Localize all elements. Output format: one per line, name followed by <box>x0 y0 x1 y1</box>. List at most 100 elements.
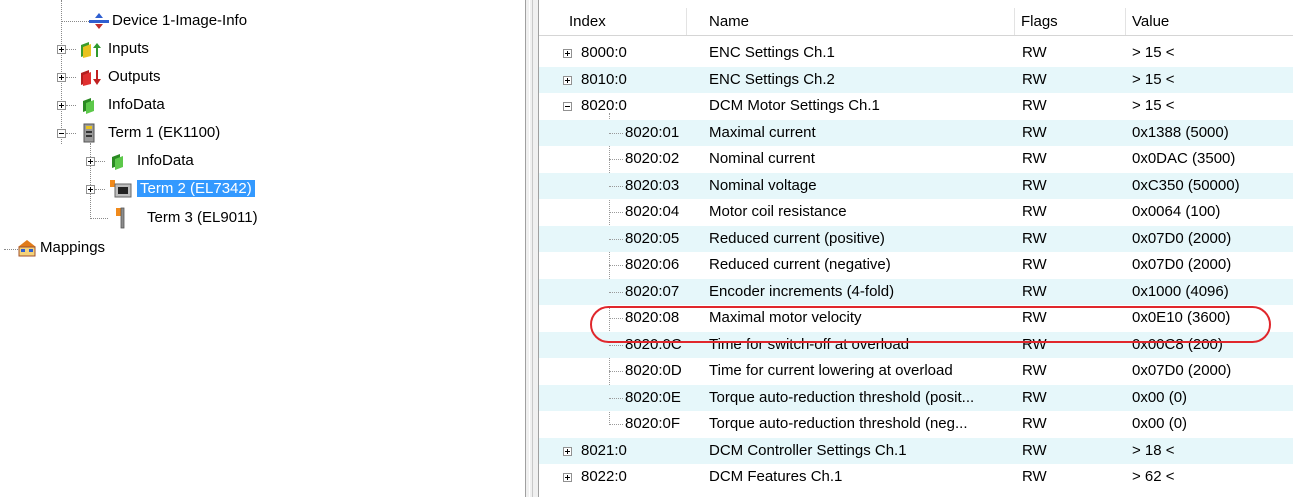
table-row[interactable]: 8020:0C Time for switch-off at overload RW… <box>539 331 1293 358</box>
tree-item-label: Term 1 (EK1100) <box>108 124 221 141</box>
cell-value: > 62 < <box>1132 468 1175 485</box>
cell-flags: RW <box>1022 97 1047 114</box>
table-row[interactable]: 8020:0E Torque auto-reduction threshold (… <box>539 384 1293 411</box>
expand-toggle[interactable] <box>563 49 572 58</box>
cell-value: 0xC350 (50000) <box>1132 176 1240 194</box>
cell-value: 0x07D0 (2000) <box>1132 362 1232 379</box>
tree-connector <box>609 318 623 319</box>
cell-name: DCM Motor Settings Ch.1 <box>709 97 880 114</box>
cell-name: Encoder increments (4-fold) <box>709 282 895 300</box>
table-row[interactable]: 8022:0 DCM Features Ch.1 RW > 62 < <box>539 464 1293 491</box>
cell-value: 0x00 (0) <box>1132 388 1188 406</box>
cell-name: Time for current lowering at overload <box>709 362 953 379</box>
expand-toggle[interactable] <box>86 157 95 166</box>
tree-item-label: Inputs <box>108 40 149 57</box>
table-row[interactable]: 8000:0 ENC Settings Ch.1 RW > 15 < <box>539 40 1293 67</box>
cell-value: 0x00C8 (200) <box>1132 335 1223 353</box>
expand-toggle[interactable] <box>563 75 572 85</box>
cell-value: > 18 < <box>1132 441 1175 459</box>
cell-name: Reduced current (negative) <box>709 256 891 273</box>
object-dictionary-table: Index Name Flags Value 8000:0 ENC Setting… <box>539 0 1293 497</box>
cell-flags: RW <box>1022 441 1047 459</box>
table-row[interactable]: 8020:0 DCM Motor Settings Ch.1 RW > 15 < <box>539 93 1293 120</box>
tree-item-infodata[interactable]: InfoData <box>78 94 168 116</box>
table-row[interactable]: 8020:01 Maximal current RW 0x1388 (5000) <box>539 119 1293 146</box>
table-row[interactable]: 8021:0 DCM Controller Settings Ch.1 RW > 18… <box>539 437 1293 464</box>
tree-connector <box>609 424 623 425</box>
cell-name: Nominal current <box>709 150 815 167</box>
column-header-name[interactable]: Name <box>703 8 1015 35</box>
cell-name: Maximal current <box>709 123 816 141</box>
table-row[interactable]: 8020:05 Reduced current (positive) RW 0x07D… <box>539 225 1293 252</box>
expand-toggle[interactable] <box>563 473 572 482</box>
table-header: Index Name Flags Value <box>539 8 1293 36</box>
table-row[interactable]: 8020:06 Reduced current (negative) RW 0x07D… <box>539 252 1293 279</box>
cell-flags: RW <box>1022 362 1047 379</box>
tree-item-label: InfoData <box>137 152 194 169</box>
cell-name: ENC Settings Ch.1 <box>709 44 835 61</box>
table-row[interactable]: 8020:03 Nominal voltage RW 0xC350 (50000) <box>539 172 1293 199</box>
collapse-toggle[interactable] <box>57 129 66 138</box>
tree-connector <box>609 212 623 213</box>
tree-item-term3[interactable]: Term 3 (EL9011) <box>107 207 261 229</box>
cell-value: > 15 < <box>1132 44 1175 61</box>
cell-index: 8000:0 <box>581 44 627 61</box>
table-row[interactable]: 8020:0D Time for current lowering at over… <box>539 358 1293 385</box>
table-row[interactable]: 8020:08 Maximal motor velocity RW 0x0E10 (3… <box>539 305 1293 332</box>
cell-name: Nominal voltage <box>709 176 817 194</box>
tree-connector <box>90 143 91 219</box>
cell-flags: RW <box>1022 282 1047 300</box>
tree-item-image-info[interactable]: Device 1-Image-Info <box>84 10 250 32</box>
cell-flags: RW <box>1022 150 1047 167</box>
cell-flags: RW <box>1022 256 1047 273</box>
expand-toggle[interactable] <box>57 101 66 110</box>
tree-item-outputs[interactable]: Outputs <box>78 66 164 88</box>
tree-connector <box>609 371 623 372</box>
expand-toggle[interactable] <box>563 446 572 456</box>
image-info-icon <box>89 13 109 29</box>
table-row[interactable]: 8020:07 Encoder increments (4-fold) RW 0x10… <box>539 278 1293 305</box>
tree-item-label: Device 1-Image-Info <box>112 12 248 29</box>
end-terminal-icon <box>116 207 125 229</box>
expand-toggle[interactable] <box>57 73 66 82</box>
column-header-value[interactable]: Value <box>1126 8 1293 35</box>
motor-terminal-icon <box>110 180 132 198</box>
cell-value: > 15 < <box>1132 70 1175 88</box>
cell-value: 0x07D0 (2000) <box>1132 256 1232 273</box>
cell-index: 8020:0 <box>581 97 627 114</box>
tree-connector <box>95 189 105 190</box>
cell-value: 0x1388 (5000) <box>1132 123 1229 141</box>
tree-connector <box>90 218 108 219</box>
table-row[interactable]: 8020:0F Torque auto-reduction threshold (… <box>539 411 1293 438</box>
expand-toggle[interactable] <box>86 185 95 194</box>
cell-value: 0x0DAC (3500) <box>1132 150 1236 167</box>
table-row[interactable]: 8020:04 Motor coil resistance RW 0x0064 (10… <box>539 199 1293 226</box>
tree-item-term2[interactable]: Term 2 (EL7342) <box>107 178 255 200</box>
tree-connector <box>609 132 623 134</box>
cell-value: 0x0E10 (3600) <box>1132 309 1231 326</box>
cell-flags: RW <box>1022 309 1047 326</box>
cell-index: 8010:0 <box>581 70 627 88</box>
tree-item-mappings[interactable]: Mappings <box>16 237 108 259</box>
infodata-icon <box>112 154 123 170</box>
column-header-index[interactable]: Index <box>563 8 687 35</box>
tree-item-inputs[interactable]: Inputs <box>78 38 152 60</box>
tree-item-term1-infodata[interactable]: InfoData <box>107 150 197 172</box>
column-header-flags[interactable]: Flags <box>1015 8 1126 35</box>
tree-item-term1[interactable]: Term 1 (EK1100) <box>78 122 223 144</box>
cell-value: 0x0064 (100) <box>1132 203 1221 220</box>
tree-connector <box>66 77 76 78</box>
cell-flags: RW <box>1022 229 1047 247</box>
cell-name: Torque auto-reduction threshold (neg... <box>709 415 968 432</box>
table-row[interactable]: 8020:02 Nominal current RW 0x0DAC (3500) <box>539 146 1293 173</box>
tree-connector <box>609 291 623 293</box>
cell-name: Time for switch-off at overload <box>709 335 910 353</box>
expand-toggle[interactable] <box>57 45 66 54</box>
collapse-toggle[interactable] <box>563 102 572 111</box>
mappings-icon <box>18 240 36 257</box>
pane-splitter[interactable] <box>525 0 539 497</box>
cell-name: Maximal motor velocity <box>709 309 862 326</box>
table-row[interactable]: 8010:0 ENC Settings Ch.2 RW > 15 < <box>539 66 1293 93</box>
tree-connector <box>95 161 105 162</box>
cell-value: 0x00 (0) <box>1132 415 1188 432</box>
